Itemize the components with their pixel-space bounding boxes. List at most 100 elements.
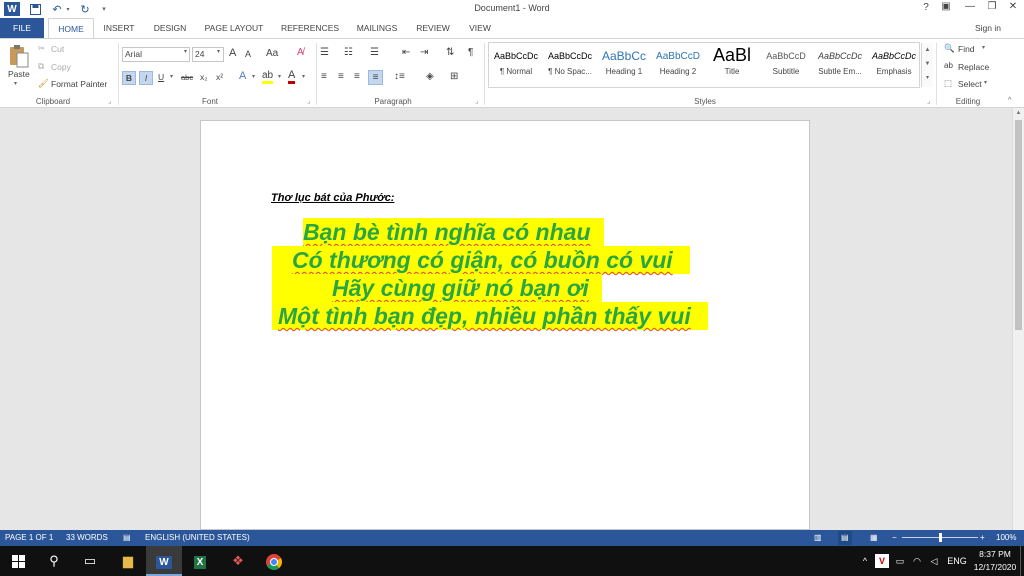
tab-home[interactable]: HOME: [48, 18, 94, 39]
web-layout-icon[interactable]: ▦: [870, 533, 878, 542]
print-layout-icon[interactable]: ▤: [838, 531, 852, 545]
tab-mailings[interactable]: MAILINGS: [350, 18, 404, 38]
bold-button[interactable]: B: [122, 71, 136, 85]
vertical-scrollbar[interactable]: ▲: [1012, 108, 1024, 530]
scroll-up-icon[interactable]: ▲: [1013, 110, 1024, 116]
tab-design[interactable]: DESIGN: [148, 18, 192, 38]
zoom-level[interactable]: 100%: [996, 533, 1016, 542]
app-taskbar-icon[interactable]: ❖: [220, 546, 256, 576]
find-dropdown-icon[interactable]: ▾: [982, 44, 985, 51]
input-language[interactable]: ENG: [945, 546, 969, 576]
style-subtitle[interactable]: AaBbCcD Subtitle: [759, 43, 813, 87]
align-center-icon[interactable]: ≡: [338, 71, 344, 82]
tab-file[interactable]: FILE: [0, 18, 44, 38]
close-icon[interactable]: ✕: [1003, 1, 1023, 17]
sign-in-link[interactable]: Sign in: [966, 18, 1010, 38]
task-view-icon[interactable]: ▭: [72, 546, 108, 576]
tab-references[interactable]: REFERENCES: [278, 18, 342, 38]
zoom-slider-thumb[interactable]: [939, 533, 942, 542]
increase-indent-icon[interactable]: ⇥: [420, 47, 428, 58]
line-spacing-icon[interactable]: ↕≡: [394, 71, 405, 82]
style-title[interactable]: AaBl Title: [705, 43, 759, 87]
highlight-color-icon[interactable]: ab: [262, 70, 274, 84]
tab-view[interactable]: VIEW: [462, 18, 498, 38]
style-heading-2[interactable]: AaBbCcD Heading 2: [651, 43, 705, 87]
battery-icon[interactable]: ▭: [893, 546, 907, 576]
minimize-icon[interactable]: —: [960, 1, 980, 17]
justify-icon[interactable]: ≡: [368, 70, 383, 85]
poem-line[interactable]: Một tình bạn đẹp, nhiều phần thấy vui: [272, 302, 708, 330]
undo-icon[interactable]: ↶: [50, 1, 64, 17]
superscript-button[interactable]: x²: [216, 72, 223, 82]
font-size-dropdown-icon[interactable]: ▾: [217, 48, 220, 55]
format-painter-button[interactable]: Format Painter: [51, 79, 107, 89]
paste-button[interactable]: Paste: [8, 69, 30, 79]
strikethrough-button[interactable]: abc: [181, 73, 193, 82]
font-name-dropdown-icon[interactable]: ▾: [184, 48, 187, 55]
shrink-font-icon[interactable]: A: [245, 49, 251, 59]
shading-icon[interactable]: ◈: [426, 71, 434, 82]
grow-font-icon[interactable]: A: [229, 47, 236, 59]
styles-launcher-icon[interactable]: ⌟: [927, 97, 930, 105]
align-left-icon[interactable]: ≡: [321, 71, 327, 82]
chrome-taskbar-icon[interactable]: [256, 546, 292, 576]
file-explorer-icon[interactable]: ▆: [110, 546, 146, 576]
proofing-icon[interactable]: ▤: [123, 533, 131, 542]
poem-line[interactable]: Bạn bè tình nghĩa có nhau: [303, 218, 604, 246]
restore-icon[interactable]: ❐: [982, 1, 1002, 17]
word-taskbar-icon[interactable]: W: [146, 546, 182, 576]
wifi-icon[interactable]: ◠: [910, 546, 924, 576]
clipboard-icon[interactable]: [8, 43, 30, 69]
help-button[interactable]: ?: [916, 2, 936, 18]
copy-button[interactable]: Copy: [51, 62, 71, 72]
excel-taskbar-icon[interactable]: X: [182, 546, 218, 576]
ribbon-display-options-icon[interactable]: ▣: [936, 1, 956, 17]
font-color-dropdown-icon[interactable]: ▾: [302, 73, 305, 80]
style-subtle-emphasis[interactable]: AaBbCcDc Subtle Em...: [813, 43, 867, 87]
undo-dropdown-icon[interactable]: ▾: [64, 1, 72, 17]
underline-dropdown-icon[interactable]: ▾: [170, 73, 173, 80]
style-emphasis[interactable]: AaBbCcDc Emphasis: [867, 43, 921, 87]
decrease-indent-icon[interactable]: ⇤: [402, 47, 410, 58]
redo-icon[interactable]: ↻: [78, 1, 92, 17]
styles-scroll[interactable]: ▲ ▼ ▾: [921, 43, 933, 87]
tab-review[interactable]: REVIEW: [412, 18, 454, 38]
bullets-icon[interactable]: ☰: [320, 47, 329, 58]
word-logo-icon[interactable]: W: [4, 2, 20, 16]
save-icon[interactable]: [28, 1, 42, 17]
clock-time[interactable]: 8:37 PM: [972, 549, 1018, 559]
font-name-field[interactable]: Arial: [122, 47, 190, 62]
styles-up-icon[interactable]: ▲: [922, 43, 933, 57]
tab-insert[interactable]: INSERT: [98, 18, 140, 38]
replace-button[interactable]: Replace: [958, 62, 989, 72]
text-effects-icon[interactable]: A: [239, 70, 246, 82]
highlight-dropdown-icon[interactable]: ▾: [278, 73, 281, 80]
paragraph-launcher-icon[interactable]: ⌟: [475, 97, 478, 105]
italic-button[interactable]: I: [139, 71, 153, 85]
scroll-thumb[interactable]: [1015, 120, 1022, 330]
poem-heading[interactable]: Thơ lục bát của Phước:: [271, 192, 394, 204]
align-right-icon[interactable]: ≡: [354, 71, 360, 82]
word-count[interactable]: 33 WORDS: [66, 533, 108, 542]
subscript-button[interactable]: x₂: [200, 72, 208, 82]
zoom-in-icon[interactable]: +: [980, 533, 985, 542]
search-icon[interactable]: ⚲: [36, 546, 72, 576]
font-launcher-icon[interactable]: ⌟: [307, 97, 310, 105]
clock-date[interactable]: 12/17/2020: [972, 562, 1018, 572]
show-formatting-icon[interactable]: ¶: [468, 47, 473, 58]
clipboard-launcher-icon[interactable]: ⌟: [108, 97, 111, 105]
change-case-icon[interactable]: Aa: [266, 48, 278, 59]
vietkey-icon[interactable]: V: [875, 554, 889, 568]
clear-formatting-icon[interactable]: A̸: [297, 47, 304, 58]
language-indicator[interactable]: ENGLISH (UNITED STATES): [145, 533, 250, 542]
find-button[interactable]: Find: [958, 44, 975, 54]
page-count[interactable]: PAGE 1 OF 1: [5, 533, 53, 542]
style-heading-1[interactable]: AaBbCc Heading 1: [597, 43, 651, 87]
windows-start-icon[interactable]: [0, 546, 36, 576]
borders-icon[interactable]: ⊞: [450, 71, 458, 82]
styles-down-icon[interactable]: ▼: [922, 57, 933, 71]
customize-qat-icon[interactable]: ▾: [99, 1, 109, 17]
underline-button[interactable]: U: [158, 72, 164, 82]
read-mode-icon[interactable]: ▥: [814, 533, 822, 542]
show-desktop-button[interactable]: [1020, 546, 1024, 576]
